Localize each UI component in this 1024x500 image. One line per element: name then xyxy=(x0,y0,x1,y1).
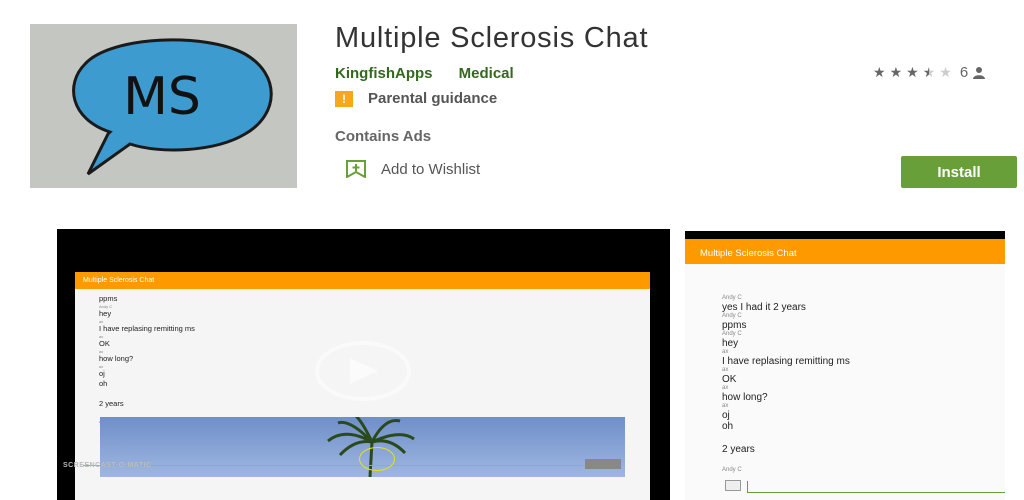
message-text: OK xyxy=(99,339,110,348)
ads-notice: Contains Ads xyxy=(335,128,432,145)
message-text: oj xyxy=(99,369,105,378)
cursor-highlight-icon xyxy=(359,447,395,471)
message-input-line xyxy=(83,465,583,466)
message-sender: ax xyxy=(722,385,729,391)
message-text: hey xyxy=(99,309,112,318)
app-icon: MS xyxy=(30,24,297,188)
message-input-line xyxy=(747,492,1005,493)
category-link[interactable]: Medical xyxy=(459,65,514,82)
message-text: how long? xyxy=(722,392,768,403)
parental-guidance-badge-icon: ! xyxy=(335,90,353,107)
chat-bubble-icon: MS xyxy=(72,38,273,176)
message-text: oh xyxy=(722,421,734,432)
install-button[interactable]: Install xyxy=(901,156,1017,188)
message-text: 2 years xyxy=(99,399,124,408)
status-bar xyxy=(685,231,1005,239)
status-bar xyxy=(75,265,650,272)
video-screenshot[interactable]: Multiple Sclerosis Chat ppms Andy C hey … xyxy=(57,229,670,500)
message-text: oj xyxy=(722,410,730,421)
message-text: OK xyxy=(722,374,737,385)
message-sender: ax xyxy=(722,349,729,355)
message-sender: Andy C xyxy=(722,295,742,301)
message-text: ppms xyxy=(722,320,747,331)
message-text: how long? xyxy=(99,354,134,363)
phone-app-bar-title: Multiple Sclerosis Chat xyxy=(685,239,1005,264)
icon-label: MS xyxy=(123,67,201,127)
message-text: ppms xyxy=(99,294,118,303)
add-to-wishlist-button[interactable]: Add to Wishlist xyxy=(345,160,480,178)
phone-screenshot[interactable]: Multiple Sclerosis Chat Andy C yes I had… xyxy=(685,231,1005,500)
message-sender: Andy C xyxy=(722,467,742,473)
watermark: SCREENCAST-O-MATIC xyxy=(63,462,152,469)
person-icon xyxy=(973,66,986,79)
message-sender: Andy C xyxy=(722,313,742,319)
video-message-list: ppms Andy C hey ax I have replasing remi… xyxy=(99,294,195,424)
wishlist-bookmark-icon xyxy=(346,160,366,178)
play-button-icon[interactable] xyxy=(315,341,411,401)
video-app-bar-title: Multiple Sclerosis Chat xyxy=(75,272,650,289)
message-sender: ax xyxy=(722,403,729,409)
star-icon: ★ xyxy=(873,64,886,80)
phone-message-list: Andy C yes I had it 2 years Andy C ppms … xyxy=(722,295,850,474)
app-title: Multiple Sclerosis Chat xyxy=(335,22,649,54)
developer-row: KingfishApps Medical xyxy=(335,65,536,82)
attach-icon xyxy=(725,480,741,491)
message-text: 2 years xyxy=(722,444,755,455)
star-icon: ★ xyxy=(889,64,903,80)
rating-count: 6 xyxy=(959,64,969,81)
message-text: hey xyxy=(722,338,739,349)
half-star-icon: ★ xyxy=(922,64,936,80)
content-rating-label: Parental guidance xyxy=(368,90,498,107)
developer-link[interactable]: KingfishApps xyxy=(335,65,433,82)
message-sender: Andy C xyxy=(722,331,742,337)
message-text: I have replasing remitting ms xyxy=(722,356,850,367)
message-text: oh xyxy=(99,379,108,388)
message-text: I have replasing remitting ms xyxy=(99,324,195,333)
empty-star-icon: ★ xyxy=(939,64,952,80)
rating: ★ ★ ★ ★ ★ 6 xyxy=(873,64,986,81)
palm-tree-photo xyxy=(100,417,625,477)
wishlist-label: Add to Wishlist xyxy=(381,160,481,178)
message-text: yes I had it 2 years xyxy=(722,302,806,313)
send-button xyxy=(585,459,621,469)
content-rating: ! Parental guidance xyxy=(335,90,497,107)
message-sender: ax xyxy=(722,367,729,373)
star-icon: ★ xyxy=(906,64,919,80)
